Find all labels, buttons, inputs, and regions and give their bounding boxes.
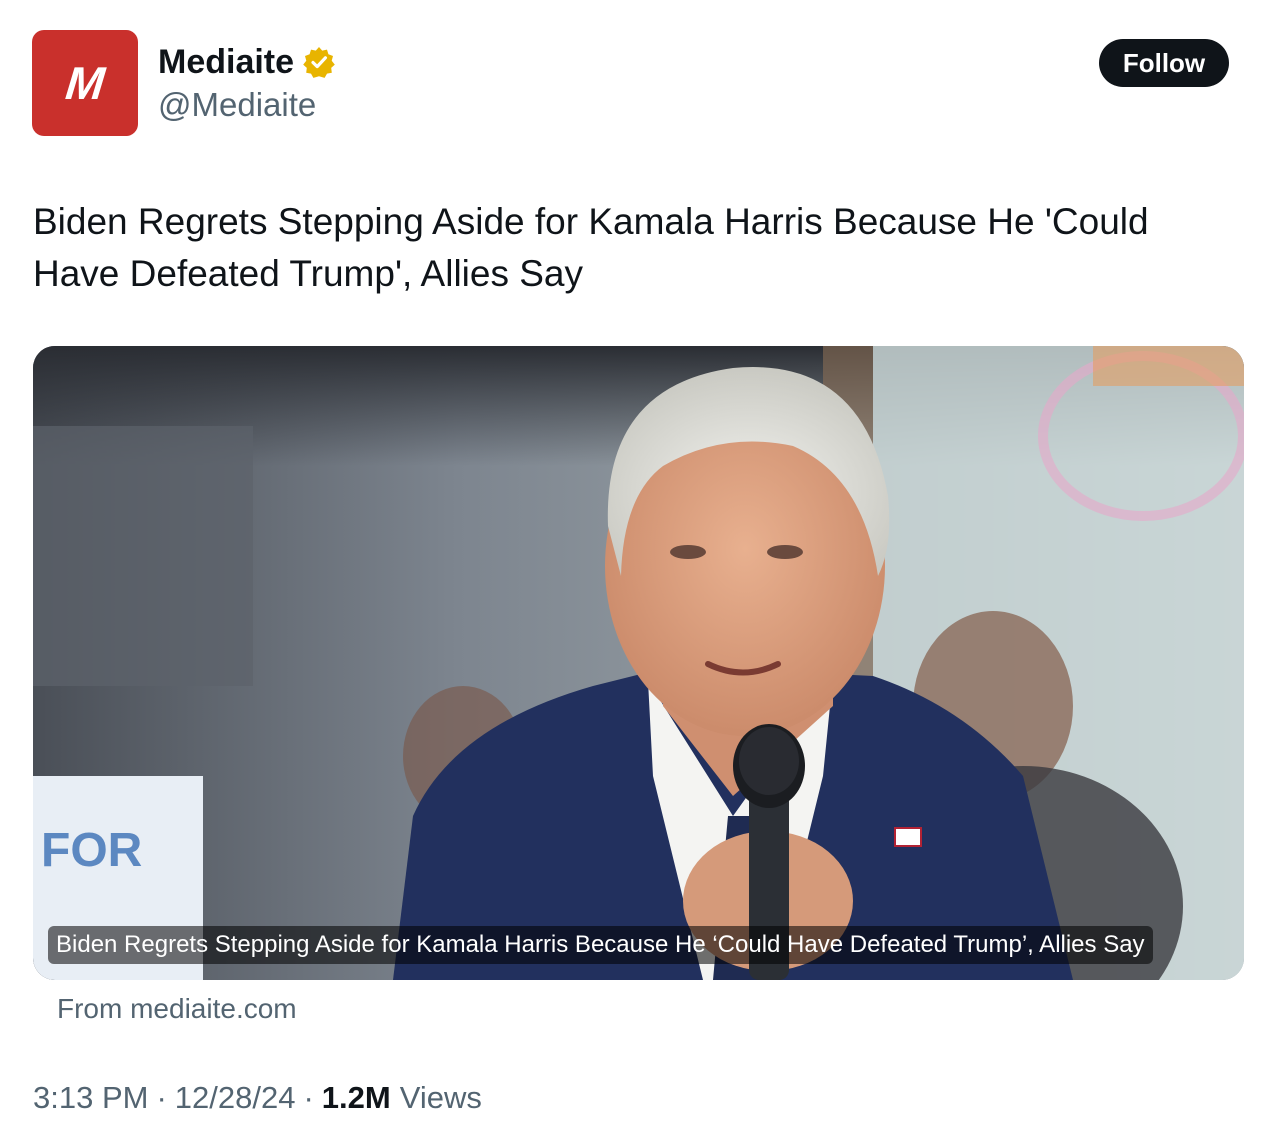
verified-badge-svg bbox=[303, 47, 335, 78]
follow-button[interactable]: Follow bbox=[1099, 39, 1229, 87]
tweet-text: Biden Regrets Stepping Aside for Kamala … bbox=[33, 201, 1149, 294]
photo-eye-left bbox=[670, 545, 706, 559]
photo-eye-right bbox=[767, 545, 803, 559]
views-count: 1.2M bbox=[321, 1080, 391, 1115]
tweet-meta-row: 3:13 PM · 12/28/24 · 1.2M Views bbox=[33, 1078, 482, 1118]
news-photo: FOR bbox=[33, 346, 1244, 980]
avatar-logo-letter: M bbox=[63, 57, 107, 109]
photo-microphone-mesh bbox=[739, 727, 799, 795]
meta-separator: · bbox=[303, 1080, 314, 1115]
tweet-date[interactable]: 12/28/24 bbox=[175, 1078, 296, 1118]
display-name-row: Mediaite bbox=[158, 40, 336, 84]
link-card-image[interactable]: FOR Biden Regrets Stepping Aside for Kam… bbox=[33, 346, 1244, 980]
link-card-caption: Biden Regrets Stepping Aside for Kamala … bbox=[48, 926, 1153, 964]
avatar[interactable]: M bbox=[32, 30, 138, 136]
tweet-time[interactable]: 3:13 PM bbox=[33, 1078, 148, 1118]
photo-left-wall bbox=[33, 426, 253, 686]
display-name[interactable]: Mediaite bbox=[158, 40, 294, 84]
views-label: Views bbox=[399, 1080, 482, 1115]
link-card-source[interactable]: From mediaite.com bbox=[57, 990, 297, 1028]
verified-badge-icon[interactable] bbox=[302, 45, 336, 79]
account-handle[interactable]: @Mediaite bbox=[158, 84, 316, 126]
photo-sign-text: FOR bbox=[41, 824, 142, 877]
meta-separator: · bbox=[156, 1080, 167, 1115]
photo-orange-sign bbox=[1093, 346, 1244, 386]
photo-flag-pin bbox=[894, 827, 922, 847]
